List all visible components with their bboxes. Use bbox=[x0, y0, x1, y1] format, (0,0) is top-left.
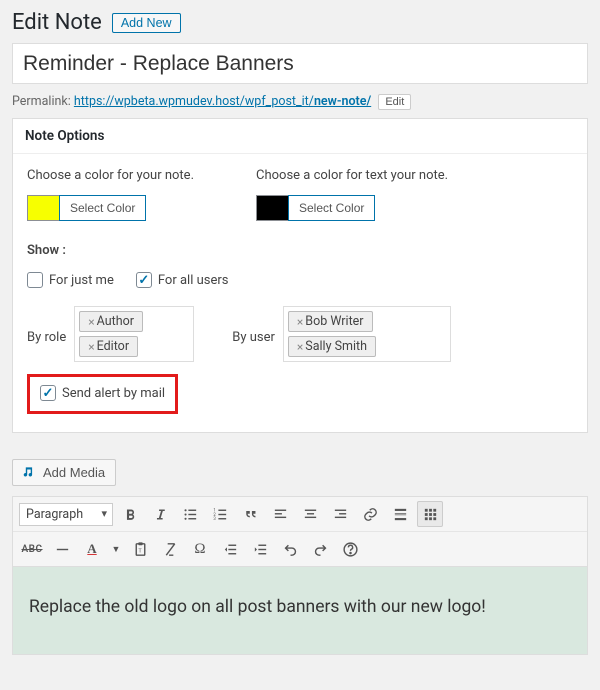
italic-button[interactable] bbox=[147, 501, 173, 527]
permalink-row: Permalink: https://wpbeta.wpmudev.host/w… bbox=[12, 94, 588, 110]
svg-text:T: T bbox=[138, 548, 142, 554]
by-role-label: By role bbox=[27, 324, 66, 345]
edit-slug-button[interactable]: Edit bbox=[378, 94, 411, 110]
bg-color-swatch[interactable] bbox=[27, 195, 59, 221]
tag-author[interactable]: ×Author bbox=[79, 311, 143, 332]
editor-content[interactable]: Replace the old logo on all post banners… bbox=[12, 567, 588, 655]
text-color-chevron[interactable]: ▼ bbox=[109, 536, 123, 562]
toolbar-toggle-button[interactable] bbox=[417, 501, 443, 527]
tag-sally[interactable]: ×Sally Smith bbox=[288, 336, 376, 357]
by-role-tagbox[interactable]: ×Author ×Editor bbox=[74, 306, 194, 362]
bg-color-button[interactable]: Select Color bbox=[59, 195, 146, 221]
clear-format-button[interactable] bbox=[157, 536, 183, 562]
outdent-button[interactable] bbox=[217, 536, 243, 562]
checkbox-all-users[interactable]: For all users bbox=[136, 272, 229, 288]
editor-toolbar: Paragraph 123 ABC A ▼ T Ω bbox=[12, 496, 588, 567]
text-color-button[interactable]: A bbox=[79, 536, 105, 562]
add-media-button[interactable]: Add Media bbox=[12, 459, 116, 486]
checkbox-label: For just me bbox=[49, 273, 114, 288]
remove-icon: × bbox=[297, 340, 303, 354]
show-label: Show : bbox=[27, 243, 573, 258]
permalink-url[interactable]: https://wpbeta.wpmudev.host/wpf_post_it/… bbox=[74, 94, 371, 109]
editor-section: Add Media Paragraph 123 ABC A ▼ T Ω bbox=[12, 459, 588, 655]
tag-editor[interactable]: ×Editor bbox=[79, 336, 138, 357]
paste-text-button[interactable]: T bbox=[127, 536, 153, 562]
redo-button[interactable] bbox=[307, 536, 333, 562]
indent-button[interactable] bbox=[247, 536, 273, 562]
checkbox-send-mail[interactable]: Send alert by mail bbox=[40, 385, 165, 401]
quote-button[interactable] bbox=[237, 501, 263, 527]
bold-button[interactable] bbox=[117, 501, 143, 527]
checkbox-label: Send alert by mail bbox=[62, 386, 165, 401]
send-mail-highlight: Send alert by mail bbox=[27, 374, 178, 414]
remove-icon: × bbox=[88, 340, 94, 354]
numbered-list-button[interactable]: 123 bbox=[207, 501, 233, 527]
checkbox-icon bbox=[27, 272, 43, 288]
media-icon bbox=[23, 466, 37, 480]
hr-button[interactable] bbox=[49, 536, 75, 562]
special-char-button[interactable]: Ω bbox=[187, 536, 213, 562]
text-color-label: Choose a color for text your note. bbox=[256, 168, 448, 183]
align-left-button[interactable] bbox=[267, 501, 293, 527]
by-user-label: By user bbox=[232, 324, 275, 345]
tag-bob[interactable]: ×Bob Writer bbox=[288, 311, 373, 332]
note-title-input[interactable] bbox=[12, 43, 588, 84]
checkbox-icon bbox=[136, 272, 152, 288]
svg-text:3: 3 bbox=[213, 517, 216, 522]
align-right-button[interactable] bbox=[327, 501, 353, 527]
remove-icon: × bbox=[88, 315, 94, 329]
checkbox-label: For all users bbox=[158, 273, 229, 288]
bg-color-label: Choose a color for your note. bbox=[27, 168, 194, 183]
note-options-panel: Note Options Choose a color for your not… bbox=[12, 118, 588, 433]
align-center-button[interactable] bbox=[297, 501, 323, 527]
panel-heading: Note Options bbox=[13, 119, 587, 154]
paragraph-select[interactable]: Paragraph bbox=[19, 503, 113, 526]
page-title: Edit Note bbox=[12, 10, 102, 35]
strikethrough-button[interactable]: ABC bbox=[19, 536, 45, 562]
add-new-button[interactable]: Add New bbox=[112, 13, 181, 33]
checkbox-just-me[interactable]: For just me bbox=[27, 272, 114, 288]
read-more-button[interactable] bbox=[387, 501, 413, 527]
bullet-list-button[interactable] bbox=[177, 501, 203, 527]
remove-icon: × bbox=[297, 315, 303, 329]
text-color-button[interactable]: Select Color bbox=[288, 195, 375, 221]
link-button[interactable] bbox=[357, 501, 383, 527]
undo-button[interactable] bbox=[277, 536, 303, 562]
text-color-swatch[interactable] bbox=[256, 195, 288, 221]
help-button[interactable] bbox=[337, 536, 363, 562]
by-user-tagbox[interactable]: ×Bob Writer ×Sally Smith bbox=[283, 306, 451, 362]
checkbox-icon bbox=[40, 385, 56, 401]
permalink-label: Permalink: bbox=[12, 94, 71, 109]
